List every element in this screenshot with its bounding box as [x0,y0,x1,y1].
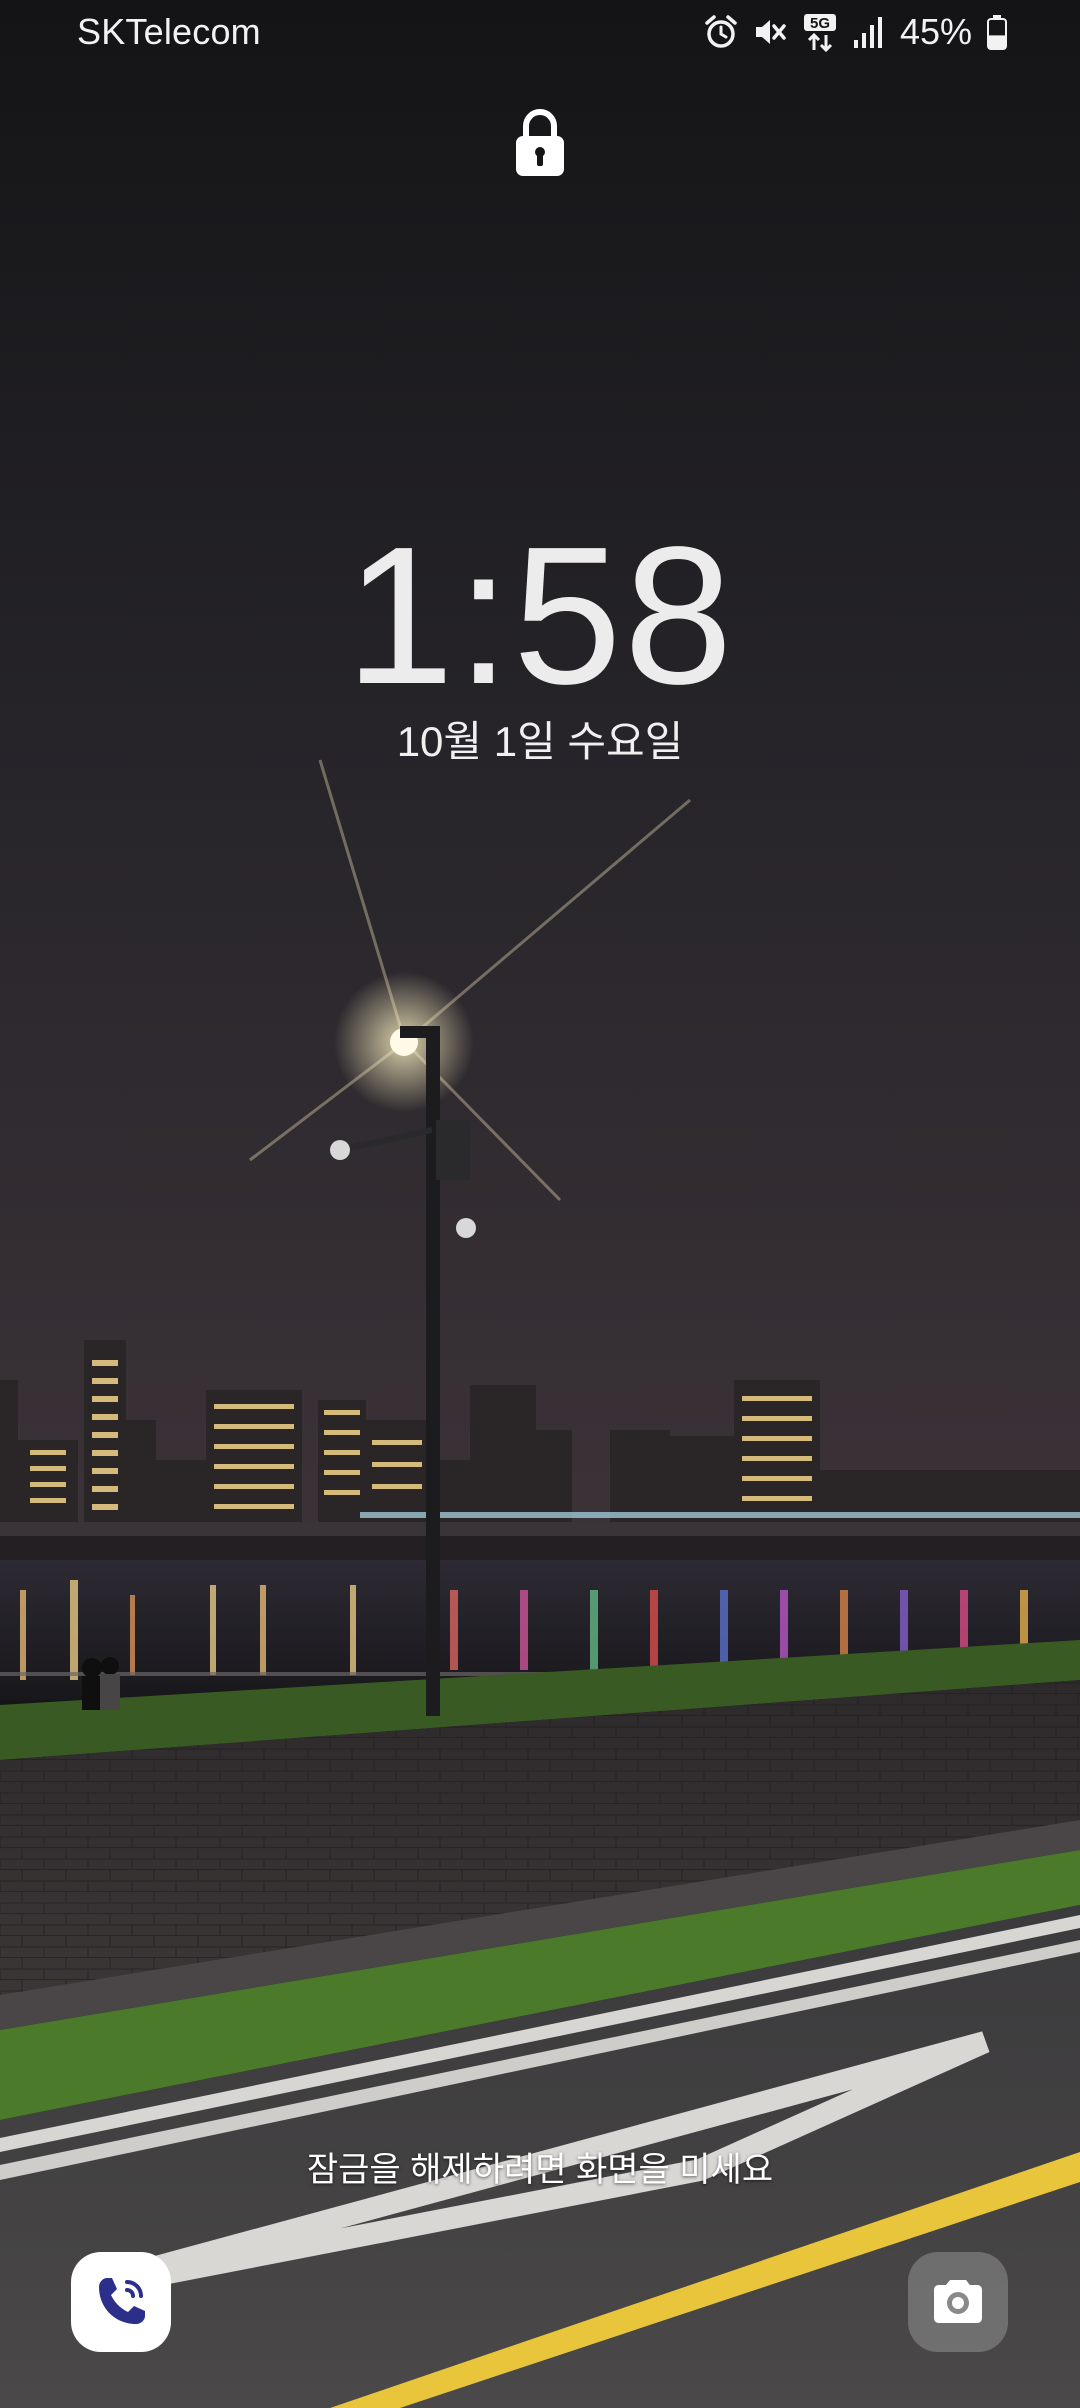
phone-icon [99,2278,145,2324]
battery-fill [988,35,1006,48]
status-bar: SKTelecom 5G 45% [0,0,1080,64]
network-label: 5G [810,15,830,32]
unlock-hint: 잠금을 해제하려면 화면을 미세요 [306,2151,774,2189]
status-icons: 5G 45% [690,12,1008,52]
signal-icon [853,17,882,48]
lock-screen-date: 10월 1일 수요일 [396,718,684,765]
wallpaper-image [0,0,1080,2408]
camera-icon [934,2280,982,2323]
vibrate-mute-icon [755,20,786,44]
5g-data-icon: 5G [803,14,836,52]
padlock-icon [516,109,564,176]
lock-screen-clock: 1:58 [345,506,735,725]
carrier-label: SKTelecom [77,11,261,52]
battery-percent: 45% [899,11,972,52]
battery-icon [987,15,1007,50]
phone-shortcut-button[interactable] [71,2252,171,2352]
alarm-icon [705,15,737,48]
camera-shortcut-button[interactable] [908,2252,1008,2352]
